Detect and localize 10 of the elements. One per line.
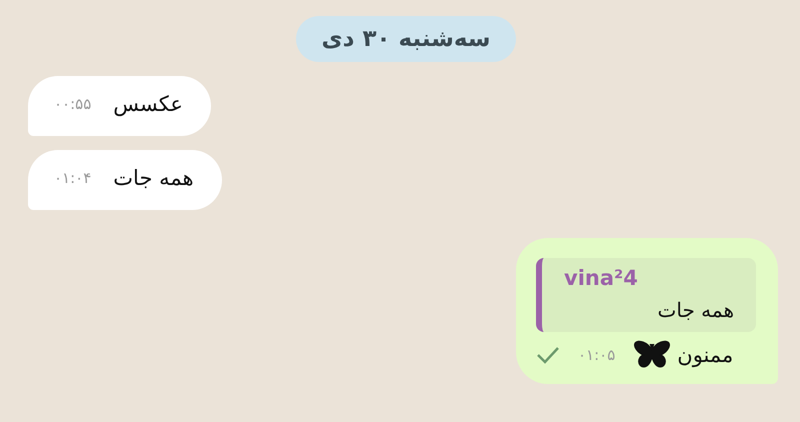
quoted-author: vina²4 xyxy=(564,266,638,290)
message-time: ۰۰:۵۵ xyxy=(54,95,92,113)
message-text: ممنون xyxy=(677,343,734,367)
date-chip: سه‌شنبه ۳۰ دی xyxy=(296,16,516,62)
message-text: عکسس xyxy=(113,92,183,116)
message-text: همه جات xyxy=(113,166,194,190)
message-time: ۰۱:۰۵ xyxy=(578,346,616,364)
quoted-text: همه جات xyxy=(658,298,734,322)
message-time: ۰۱:۰۴ xyxy=(54,169,92,187)
butterfly-icon xyxy=(633,340,672,370)
